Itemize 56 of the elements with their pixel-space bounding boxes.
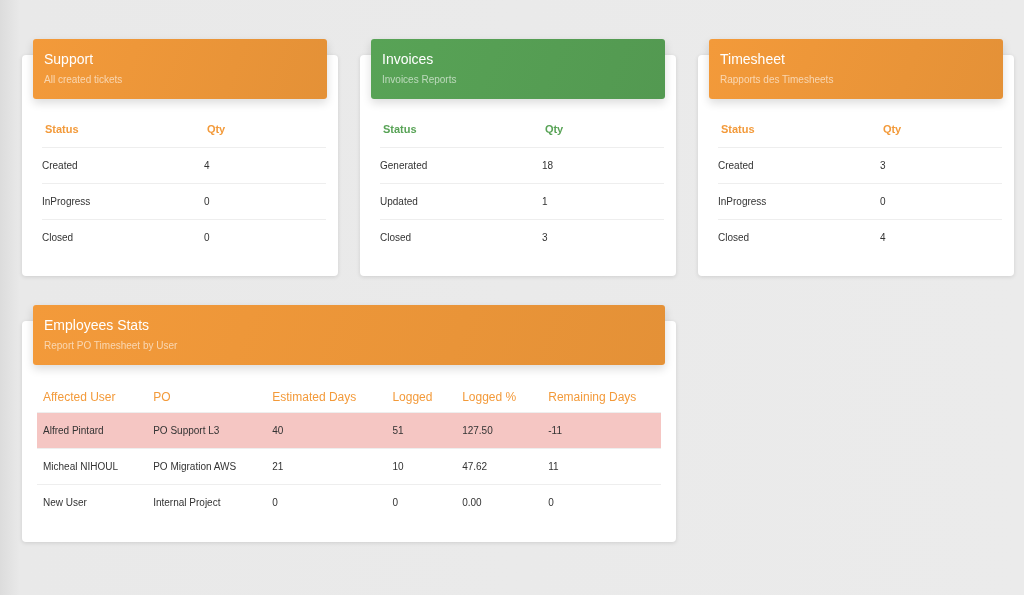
table-cell: -11 [548,425,562,436]
column-header: Logged [392,390,433,404]
card-title: Invoices [382,51,435,67]
column-header: Status [45,123,79,135]
table-cell: 0 [203,232,210,243]
table-cell: 4 [879,232,886,243]
table-cell: 3 [879,160,886,171]
table-cell: 21 [272,461,284,472]
column-header: Remaining Days [548,390,637,404]
table-cell: Generated [380,160,428,171]
card-subtitle: Rapports des Timesheets [720,74,835,85]
table-cell: PO Migration AWS [153,461,237,472]
table-cell: 18 [541,160,553,171]
card-title: Support [44,51,95,67]
table-cell: 40 [272,425,284,436]
table-cell: InProgress [42,196,91,207]
table-cell: Updated [380,196,418,207]
table-cell: Created [42,160,78,171]
table-cell: PO Support L3 [153,425,220,436]
card-title: Timesheet [720,51,786,67]
table-cell: 0.00 [462,497,482,508]
column-header: Logged % [462,390,517,404]
column-header: Qty [544,123,564,135]
table-cell: 127.50 [462,425,493,436]
table-cell: 0 [392,497,398,508]
table-cell: 4 [203,160,210,171]
column-header: Status [383,123,417,135]
table-cell: Internal Project [153,497,221,508]
table-cell: 0 [272,497,278,508]
card-title: Employees Stats [44,317,151,333]
table-cell: Closed [42,232,74,243]
table-cell: 47.62 [462,461,488,472]
table-cell: 3 [541,232,548,243]
table-cell: 51 [392,425,404,436]
table-cell: 0 [203,196,210,207]
table-cell: 11 [548,461,559,472]
card-subtitle: All created tickets [44,74,124,85]
column-header: Estimated Days [272,390,357,404]
table-cell: Alfred Pintard [43,425,104,436]
table-cell: 1 [541,196,548,207]
table-cell: Micheal NIHOUL [43,461,119,472]
card-subtitle: Invoices Reports [382,74,458,85]
column-header: Status [721,123,755,135]
table-cell: New User [43,497,87,508]
table-cell: 0 [548,497,554,508]
table-cell: 0 [879,196,886,207]
column-header: Qty [206,123,226,135]
table-cell: 10 [392,461,404,472]
card-subtitle: Report PO Timesheet by User [44,340,179,351]
table-cell: Closed [380,232,412,243]
column-header: Qty [882,123,902,135]
column-header: PO [153,390,171,404]
table-cell: Closed [718,232,750,243]
column-header: Affected User [43,390,116,404]
table-cell: InProgress [718,196,767,207]
table-cell: Created [718,160,754,171]
